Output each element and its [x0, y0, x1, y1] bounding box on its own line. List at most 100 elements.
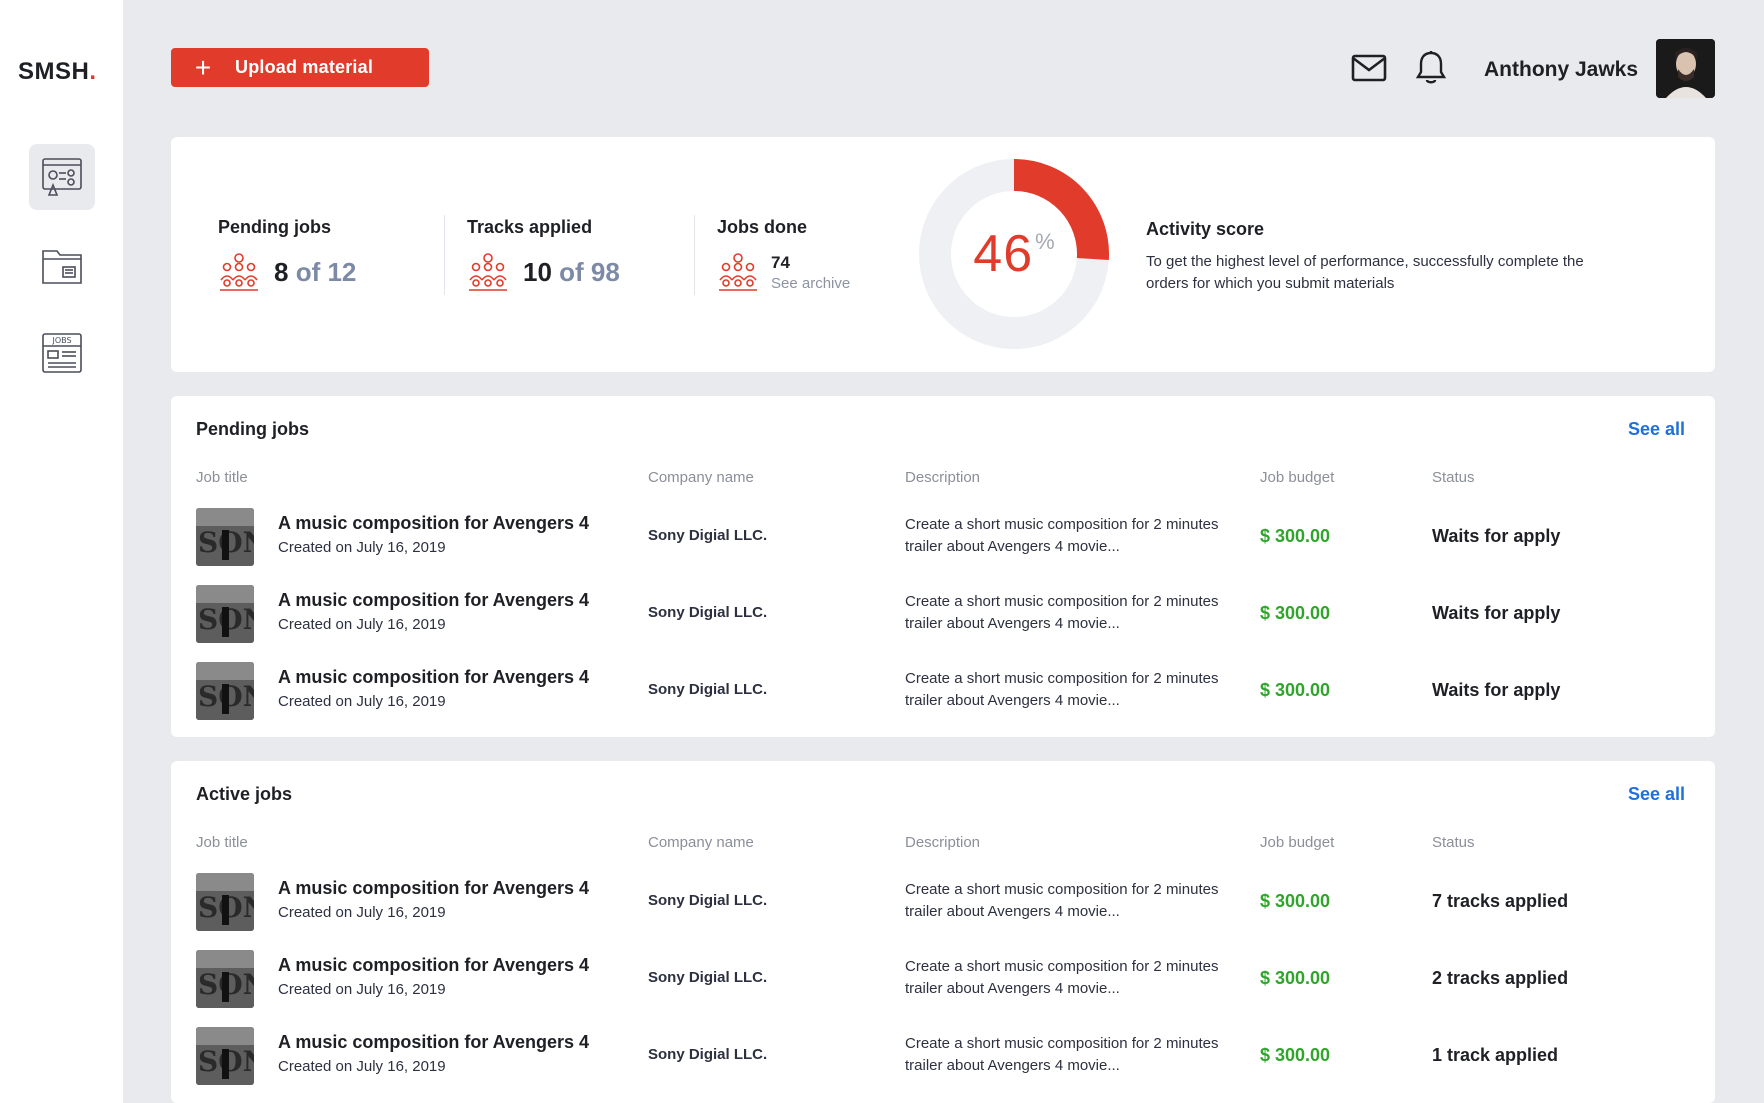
- stat-value: 10 of 98: [523, 256, 620, 287]
- upload-material-label: Upload material: [235, 57, 374, 77]
- sidebar-item-jobs[interactable]: JOBS: [29, 320, 95, 386]
- divider: [694, 215, 695, 295]
- team-icon: [469, 253, 507, 291]
- column-header-budget[interactable]: Job budget: [1260, 469, 1334, 486]
- stat-title: Jobs done: [717, 217, 808, 237]
- column-header-status[interactable]: Status: [1432, 469, 1475, 486]
- job-title[interactable]: A music composition for Avengers 4: [278, 878, 589, 899]
- job-budget: $ 300.00: [1260, 526, 1331, 546]
- brand-logo[interactable]: SMSH.: [18, 58, 97, 86]
- stat-value: 74: [771, 252, 790, 272]
- card-title: Pending jobs: [196, 419, 310, 439]
- table-row[interactable]: SON A music composition for Avengers 4 C…: [171, 662, 1715, 722]
- job-status: Waits for apply: [1432, 526, 1561, 546]
- job-thumbnail: SON: [196, 873, 254, 931]
- job-description: Create a short music composition for 2 m…: [905, 1035, 1219, 1074]
- column-header-company[interactable]: Company name: [648, 469, 754, 486]
- job-thumbnail: SON: [196, 508, 254, 566]
- job-date: Created on July 16, 2019: [278, 693, 446, 710]
- svg-text:JOBS: JOBS: [51, 336, 71, 345]
- job-status: 7 tracks applied: [1432, 891, 1569, 911]
- job-status: Waits for apply: [1432, 603, 1561, 623]
- job-thumbnail: SON: [196, 1027, 254, 1085]
- activity-description: To get the highest level of performance,…: [1146, 253, 1584, 292]
- sidebar-item-folder[interactable]: [29, 232, 95, 298]
- divider: [444, 215, 445, 295]
- company-name: Sony Digial LLC.: [648, 969, 768, 986]
- upload-material-button[interactable]: + Upload material: [171, 48, 429, 87]
- table-row[interactable]: SON A music composition for Avengers 4 C…: [171, 873, 1715, 933]
- card-title: Active jobs: [196, 784, 293, 804]
- job-description: Create a short music composition for 2 m…: [905, 881, 1219, 920]
- table-row[interactable]: SON A music composition for Avengers 4 C…: [171, 950, 1715, 1010]
- table-row[interactable]: SON A music composition for Avengers 4 C…: [171, 508, 1715, 568]
- column-header-company[interactable]: Company name: [648, 834, 754, 851]
- job-date: Created on July 16, 2019: [278, 904, 446, 921]
- job-description: Create a short music composition for 2 m…: [905, 593, 1219, 632]
- company-name: Sony Digial LLC.: [648, 681, 768, 698]
- company-name: Sony Digial LLC.: [648, 604, 768, 621]
- team-icon: [220, 253, 258, 291]
- stat-title: Tracks applied: [467, 217, 593, 237]
- user-name[interactable]: Anthony Jawks: [1484, 58, 1638, 82]
- job-date: Created on July 16, 2019: [278, 616, 446, 633]
- job-date: Created on July 16, 2019: [278, 1058, 446, 1075]
- sidebar-item-dashboard[interactable]: [29, 144, 95, 210]
- plus-icon: +: [194, 52, 212, 83]
- avatar-photo: [1656, 39, 1715, 98]
- job-title[interactable]: A music composition for Avengers 4: [278, 513, 589, 534]
- activity-title: Activity score: [1146, 219, 1265, 239]
- table-row[interactable]: SON A music composition for Avengers 4 C…: [171, 1027, 1715, 1087]
- column-header-description[interactable]: Description: [905, 834, 980, 851]
- job-status: Waits for apply: [1432, 680, 1561, 700]
- job-title[interactable]: A music composition for Avengers 4: [278, 590, 589, 611]
- job-title[interactable]: A music composition for Avengers 4: [278, 667, 589, 688]
- job-status: 2 tracks applied: [1432, 968, 1569, 988]
- job-budget: $ 300.00: [1260, 1045, 1331, 1065]
- table-row[interactable]: SON A music composition for Avengers 4 C…: [171, 585, 1715, 645]
- job-status: 1 track applied: [1432, 1045, 1559, 1065]
- team-icon: [719, 253, 757, 291]
- activity-score-value: 46%: [973, 225, 1055, 283]
- see-all-link[interactable]: See all: [1628, 419, 1685, 440]
- folder-icon: [42, 250, 82, 284]
- stat-jobs-done: Jobs done 74 See archive: [717, 217, 850, 292]
- stat-pending-jobs: Pending jobs 8 of 12: [218, 217, 356, 292]
- stat-value: 8 of 12: [274, 256, 357, 287]
- company-name: Sony Digial LLC.: [648, 1046, 768, 1063]
- pending-jobs-card: Pending jobs See all Job title Company n…: [171, 396, 1715, 737]
- job-title[interactable]: A music composition for Avengers 4: [278, 955, 589, 976]
- job-description: Create a short music composition for 2 m…: [905, 516, 1219, 555]
- mail-icon[interactable]: [1351, 54, 1387, 82]
- avatar[interactable]: [1656, 39, 1715, 98]
- job-thumbnail: SON: [196, 662, 254, 720]
- dashboard-icon: [42, 158, 82, 196]
- company-name: Sony Digial LLC.: [648, 892, 768, 909]
- column-header-budget[interactable]: Job budget: [1260, 834, 1334, 851]
- job-date: Created on July 16, 2019: [278, 539, 446, 556]
- column-header-description[interactable]: Description: [905, 469, 980, 486]
- active-jobs-card: Active jobs See all Job title Company na…: [171, 761, 1715, 1103]
- see-archive-link[interactable]: See archive: [771, 275, 850, 292]
- job-budget: $ 300.00: [1260, 680, 1331, 700]
- company-name: Sony Digial LLC.: [648, 527, 768, 544]
- job-title[interactable]: A music composition for Avengers 4: [278, 1032, 589, 1053]
- stat-title: Pending jobs: [218, 217, 332, 237]
- job-description: Create a short music composition for 2 m…: [905, 958, 1219, 997]
- column-header-job-title[interactable]: Job title: [196, 834, 248, 851]
- job-budget: $ 300.00: [1260, 603, 1331, 623]
- bell-icon[interactable]: [1415, 50, 1447, 86]
- stats-card: Pending jobs 8 of 12 Tracks applied 10 o…: [171, 137, 1715, 372]
- job-date: Created on July 16, 2019: [278, 981, 446, 998]
- see-all-link[interactable]: See all: [1628, 784, 1685, 805]
- column-header-job-title[interactable]: Job title: [196, 469, 248, 486]
- sidebar: SMSH. JOBS: [0, 0, 123, 1103]
- stat-tracks-applied: Tracks applied 10 of 98: [467, 217, 620, 292]
- column-header-status[interactable]: Status: [1432, 834, 1475, 851]
- job-description: Create a short music composition for 2 m…: [905, 670, 1219, 709]
- job-budget: $ 300.00: [1260, 891, 1331, 911]
- job-budget: $ 300.00: [1260, 968, 1331, 988]
- jobs-board-icon: JOBS: [42, 333, 82, 373]
- job-thumbnail: SON: [196, 585, 254, 643]
- job-thumbnail: SON: [196, 950, 254, 1008]
